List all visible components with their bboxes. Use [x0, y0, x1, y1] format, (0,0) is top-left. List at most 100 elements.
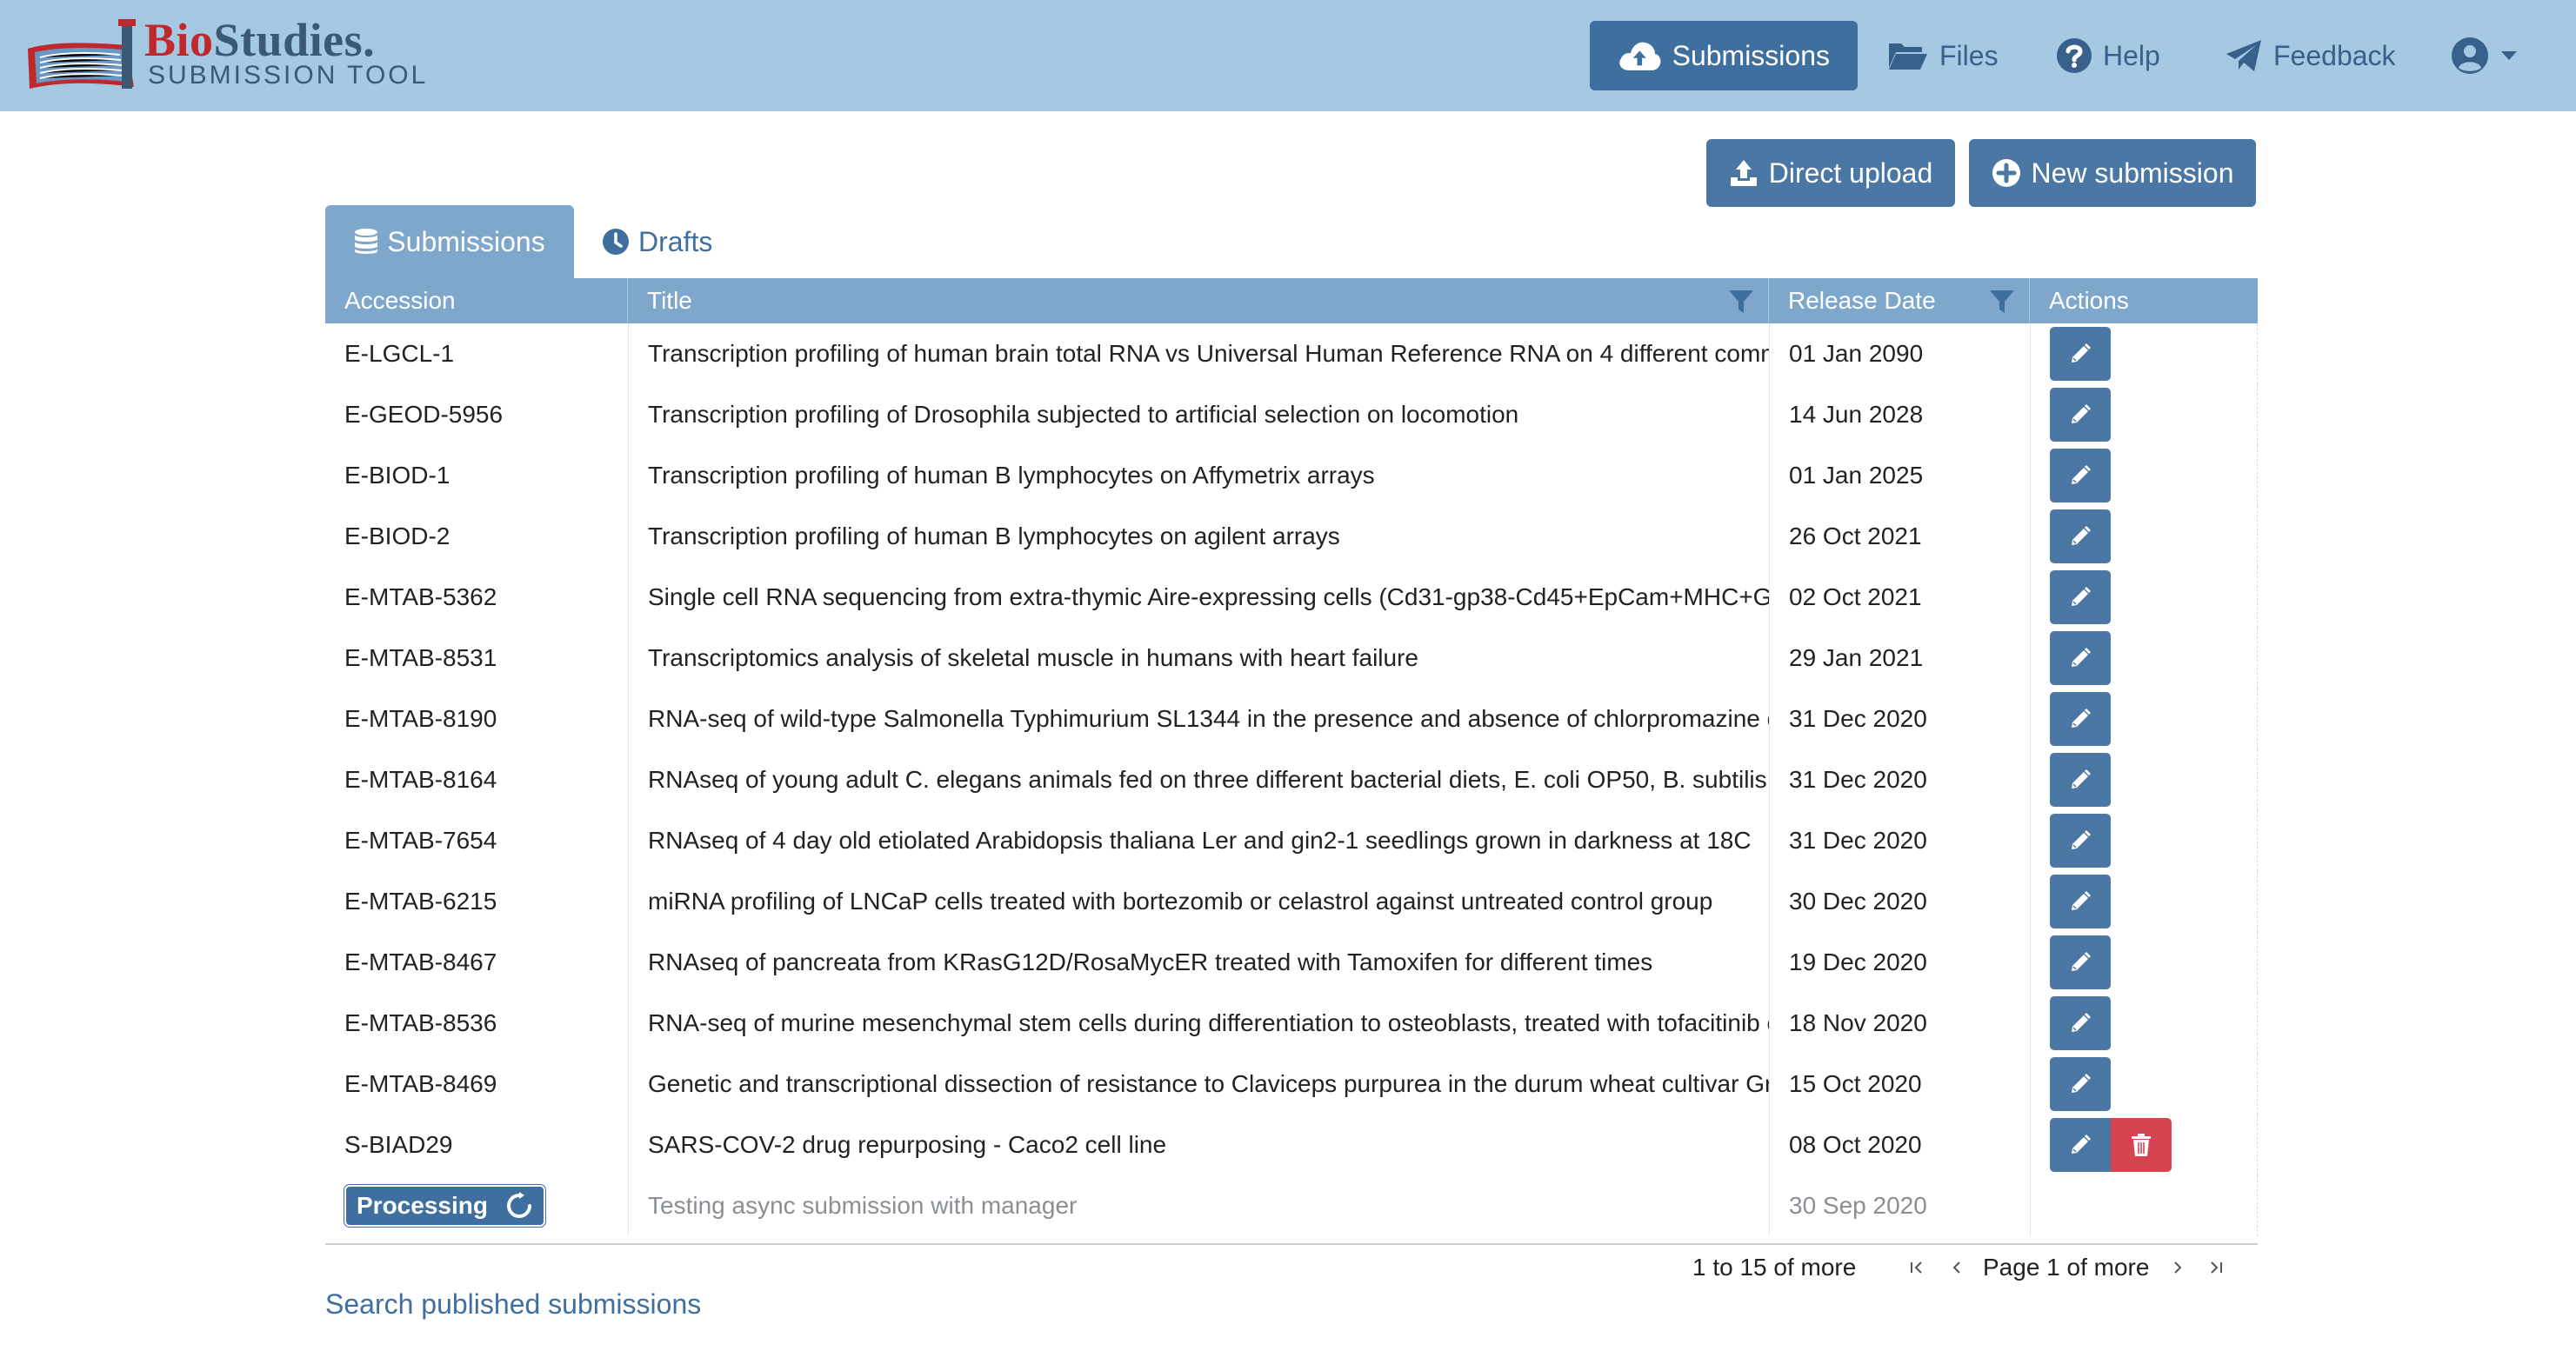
release-date-text: 14 Jun 2028	[1789, 401, 1924, 428]
edit-button[interactable]	[2050, 935, 2111, 989]
title-text: Transcription profiling of human B lymph…	[648, 522, 1340, 549]
cell-accession: E-BIOD-1	[325, 445, 628, 506]
cell-title: RNA-seq of wild-type Salmonella Typhimur…	[628, 689, 1769, 749]
prev-page-icon[interactable]	[1948, 1248, 1965, 1287]
table-row[interactable]: E-LGCL-1 Transcription profiling of human…	[325, 323, 2258, 384]
delete-button[interactable]	[2111, 1118, 2172, 1172]
title-text: RNA-seq of wild-type Salmonella Typhimur…	[648, 705, 1769, 732]
cell-title: Genetic and transcriptional dissection o…	[628, 1054, 1769, 1115]
cell-release-date: 18 Nov 2020	[1769, 993, 2030, 1054]
table-row[interactable]: E-MTAB-8467 RNAseq of pancreata from KRas…	[325, 932, 2258, 993]
edit-button[interactable]	[2050, 814, 2111, 868]
accession-text: E-LGCL-1	[344, 340, 455, 367]
cell-title: miRNA profiling of LNCaP cells treated w…	[628, 871, 1769, 932]
paper-plane-icon	[2226, 40, 2261, 71]
new-submission-button[interactable]: New submission	[1969, 139, 2256, 207]
edit-button[interactable]	[2050, 570, 2111, 624]
cell-release-date: 14 Jun 2028	[1769, 384, 2030, 445]
edit-button[interactable]	[2050, 753, 2111, 807]
table-row[interactable]: E-MTAB-6215 miRNA profiling of LNCaP cell…	[325, 871, 2258, 932]
cell-release-date: 01 Jan 2025	[1769, 445, 2030, 506]
cell-accession: E-MTAB-8164	[325, 749, 628, 810]
cell-actions	[2030, 1175, 2258, 1236]
title-text: Genetic and transcriptional dissection o…	[648, 1070, 1769, 1097]
edit-button[interactable]	[2050, 1057, 2111, 1111]
header-title[interactable]: Title	[628, 278, 1769, 323]
pencil-icon	[2068, 1011, 2092, 1035]
cell-actions	[2030, 628, 2258, 689]
table-row[interactable]: Processing Testing async submission with …	[325, 1175, 2258, 1236]
cell-release-date: 08 Oct 2020	[1769, 1115, 2030, 1175]
pencil-icon	[2068, 1072, 2092, 1096]
table-row[interactable]: E-GEOD-5956 Transcription profiling of Dr…	[325, 384, 2258, 445]
edit-button[interactable]	[2050, 631, 2111, 685]
table-row[interactable]: E-MTAB-8164 RNAseq of young adult C. eleg…	[325, 749, 2258, 810]
plus-circle-icon	[1992, 159, 2020, 187]
edit-button[interactable]	[2050, 327, 2111, 381]
cell-accession: E-LGCL-1	[325, 323, 628, 384]
table-row[interactable]: E-MTAB-7654 RNAseq of 4 day old etiolated…	[325, 810, 2258, 871]
pencil-icon	[2068, 768, 2092, 792]
first-page-icon[interactable]	[1908, 1248, 1925, 1287]
table-row[interactable]: E-BIOD-1 Transcription profiling of human…	[325, 445, 2258, 506]
search-published-link[interactable]: Search published submissions	[325, 1288, 701, 1321]
table-row[interactable]: E-MTAB-8536 RNA-seq of murine mesenchymal…	[325, 993, 2258, 1054]
biostudies-logo[interactable]: BioStudies. SUBMISSION TOOL	[24, 14, 442, 90]
table-row[interactable]: E-BIOD-2 Transcription profiling of human…	[325, 506, 2258, 567]
action-group	[2050, 570, 2111, 624]
upload-icon	[1730, 160, 1757, 186]
edit-button[interactable]	[2050, 388, 2111, 442]
accession-text: E-GEOD-5956	[344, 401, 504, 428]
nav-files[interactable]: Files	[1887, 21, 1999, 90]
edit-button[interactable]	[2050, 996, 2111, 1050]
date-filter-icon[interactable]	[1989, 289, 2015, 315]
user-menu[interactable]	[2451, 21, 2519, 90]
last-page-icon[interactable]	[2207, 1248, 2225, 1287]
cell-actions	[2030, 1115, 2258, 1175]
edit-button[interactable]	[2050, 875, 2111, 928]
table-row[interactable]: E-MTAB-8469 Genetic and transcriptional d…	[325, 1054, 2258, 1115]
pagination-summary: 1 to 15 of more	[1692, 1254, 1857, 1281]
nav-help[interactable]: Help	[2056, 21, 2160, 90]
edit-button[interactable]	[2050, 1118, 2111, 1172]
nav-submissions[interactable]: Submissions	[1590, 21, 1858, 90]
table-row[interactable]: E-MTAB-8190 RNA-seq of wild-type Salmonel…	[325, 689, 2258, 749]
clock-icon	[603, 229, 629, 255]
edit-button[interactable]	[2050, 449, 2111, 502]
cell-accession: E-MTAB-8531	[325, 628, 628, 689]
edit-button[interactable]	[2050, 509, 2111, 563]
cell-accession: E-MTAB-8467	[325, 932, 628, 993]
cell-release-date: 19 Dec 2020	[1769, 932, 2030, 993]
action-group	[2050, 814, 2111, 868]
cell-actions	[2030, 810, 2258, 871]
cell-actions	[2030, 567, 2258, 628]
tab-submissions[interactable]: Submissions	[325, 205, 574, 278]
status-badge: Processing	[344, 1185, 545, 1227]
action-group	[2050, 327, 2111, 381]
table-row[interactable]: S-BIAD29 SARS-COV-2 drug repurposing - Ca…	[325, 1115, 2258, 1175]
tab-drafts[interactable]: Drafts	[602, 205, 712, 278]
title-filter-icon[interactable]	[1728, 289, 1754, 315]
title-text: Testing async submission with manager	[648, 1192, 1078, 1219]
edit-button[interactable]	[2050, 692, 2111, 746]
accession-text: S-BIAD29	[344, 1131, 453, 1158]
direct-upload-button[interactable]: Direct upload	[1706, 139, 1955, 207]
release-date-text: 29 Jan 2021	[1789, 644, 1924, 671]
pencil-icon	[2068, 829, 2092, 853]
table-row[interactable]: E-MTAB-8531 Transcriptomics analysis of s…	[325, 628, 2258, 689]
next-page-icon[interactable]	[2169, 1248, 2186, 1287]
action-group	[2050, 996, 2111, 1050]
new-submission-label: New submission	[2031, 156, 2234, 189]
release-date-text: 01 Jan 2090	[1789, 340, 1924, 367]
cell-accession: S-BIAD29	[325, 1115, 628, 1175]
header-accession[interactable]: Accession	[325, 278, 628, 323]
header-actions: Actions	[2030, 278, 2258, 323]
cell-title: Single cell RNA sequencing from extra-th…	[628, 567, 1769, 628]
table-row[interactable]: E-MTAB-5362 Single cell RNA sequencing fr…	[325, 567, 2258, 628]
pencil-icon	[2068, 889, 2092, 914]
cell-title: Testing async submission with manager	[628, 1175, 1769, 1236]
nav-feedback[interactable]: Feedback	[2225, 21, 2396, 90]
trash-icon	[2130, 1133, 2152, 1157]
cell-actions	[2030, 689, 2258, 749]
header-release-date[interactable]: Release Date	[1769, 278, 2030, 323]
